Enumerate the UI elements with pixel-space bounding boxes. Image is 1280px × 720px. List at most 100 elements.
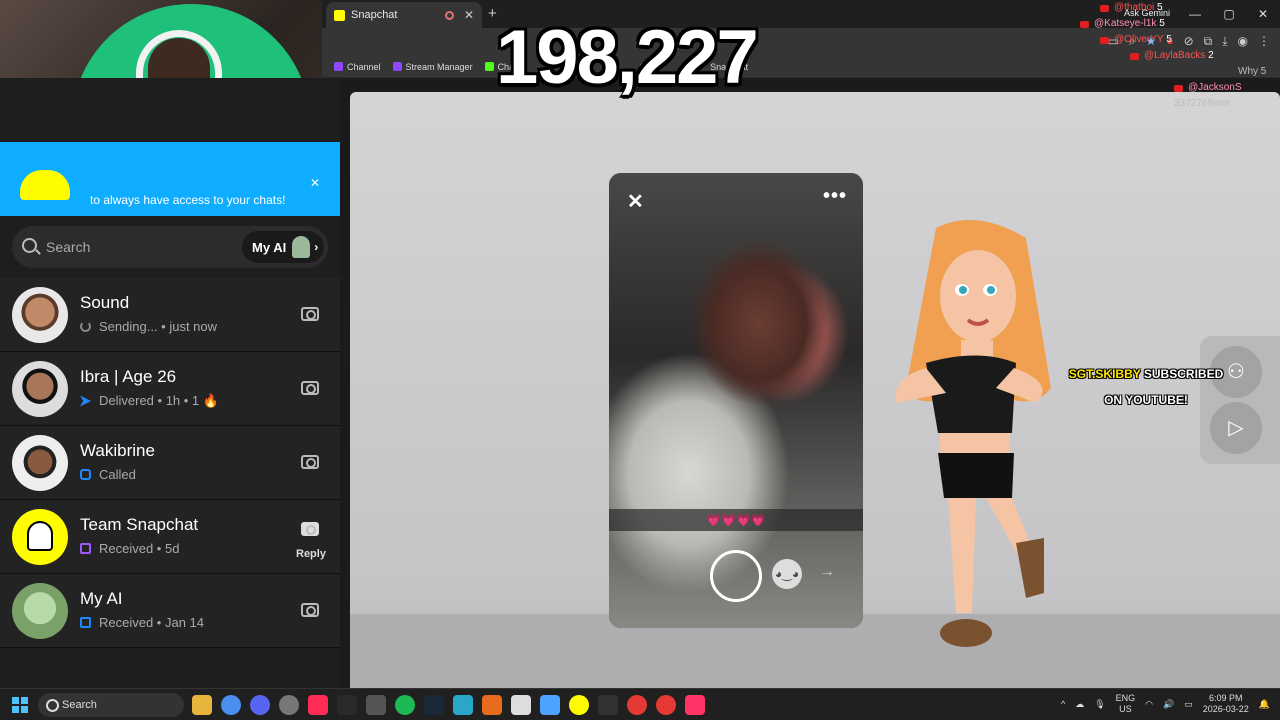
chrome-icon[interactable] [221, 695, 241, 715]
chat-name: Sound [80, 293, 130, 312]
store-icon[interactable] [511, 695, 531, 715]
bitmoji-avatar [12, 435, 68, 491]
youtube-icon [1080, 20, 1089, 28]
bitmoji-avatar [12, 361, 68, 417]
received-snap-icon [80, 543, 91, 554]
youtube-icon [1130, 52, 1139, 60]
snapchat-ghost-icon [20, 170, 70, 200]
twitch-icon [334, 62, 343, 71]
capture-button[interactable] [710, 550, 762, 602]
sticker-icon[interactable]: ◕‿◕ [772, 559, 802, 589]
app-icon[interactable] [656, 695, 676, 715]
twitch-icon [392, 62, 402, 71]
delivered-arrow-icon [80, 395, 91, 407]
my-ai-button[interactable]: My AI › [242, 231, 324, 263]
chat-list: Sound Sending... • just now Ibra | Age 2… [0, 278, 340, 648]
file-explorer-icon[interactable] [192, 695, 212, 715]
obs-icon[interactable] [279, 695, 299, 715]
feed-item: @OliverYY 5 [1100, 32, 1280, 48]
recording-icon [444, 10, 454, 20]
received-chat-icon [80, 617, 91, 628]
app-icon[interactable] [685, 695, 705, 715]
battery-icon[interactable]: ▭ [1184, 699, 1193, 710]
chevron-right-icon: › [314, 240, 319, 254]
chat-feed-overlay: @thatboi 5 @Katseye-l1k 5 @OliverYY 5 @L… [1080, 0, 1280, 112]
steam-icon[interactable] [424, 695, 444, 715]
taskbar-search[interactable]: Search [38, 693, 184, 717]
bookmark-channel[interactable]: Channel [334, 62, 381, 72]
app-icon[interactable] [366, 695, 386, 715]
volume-icon[interactable]: 🔊 [1163, 699, 1174, 710]
chat-row[interactable]: Sound Sending... • just now [0, 278, 340, 352]
cloud-icon[interactable]: ☁ [1075, 699, 1084, 710]
subscription-alert: SGT.SKIBBY SUBSCRIBED ON YOUTUBE! [1066, 361, 1226, 413]
copilot-icon[interactable] [482, 695, 502, 715]
close-banner-icon[interactable]: ✕ [310, 176, 320, 190]
my-ai-avatar [12, 583, 68, 639]
youtube-icon [1174, 84, 1183, 92]
windows-taskbar: Search ^ ☁ 🎙 ENG US ◠ 🔊 ▭ 6:09 PM 2026-03-… [0, 688, 1280, 720]
subscriber-counter: 198,227 [496, 15, 759, 100]
wifi-icon[interactable]: ◠ [1145, 699, 1153, 710]
feed-item: @LaylaBacks 2 [1130, 48, 1280, 64]
more-options-icon[interactable]: ••• [823, 185, 847, 208]
close-tab-icon[interactable]: ✕ [464, 8, 474, 22]
chat-name: Wakibrine [80, 441, 155, 460]
alert-username: SGT.SKIBBY [1068, 367, 1141, 381]
tab-title: Snapchat [351, 9, 398, 21]
search-icon [22, 238, 37, 253]
mic-icon[interactable]: 🎙 [1094, 699, 1105, 710]
feed-item: @Katseye-l1k 5 [1080, 16, 1280, 32]
bitmoji-avatar [12, 287, 68, 343]
chat-row[interactable]: Wakibrine Called [0, 426, 340, 500]
discord-icon[interactable] [250, 695, 270, 715]
feed-item: @JacksonS [1174, 80, 1280, 96]
feed-item: 3372769mm [1174, 98, 1230, 109]
chat-status: Received • 5d [80, 541, 179, 556]
snap-caption: 💗💗💗💗 [609, 509, 863, 531]
bookmark-stream-manager[interactable]: Stream Manager [392, 62, 473, 72]
chat-status: Sending... • just now [80, 319, 217, 334]
chevron-up-icon[interactable]: ^ [1061, 699, 1065, 709]
camera-icon[interactable] [301, 455, 319, 469]
arrow-right-icon[interactable]: → [819, 563, 835, 581]
snapchat-icon[interactable] [569, 695, 589, 715]
camera-icon[interactable] [301, 381, 319, 395]
chat-name: Ibra | Age 26 [80, 367, 177, 386]
chat-search[interactable]: Search My AI › [12, 226, 328, 268]
chat-status: Delivered • 1h • 1 🔥 [80, 393, 219, 409]
chat-row[interactable]: My AI Received • Jan 14 [0, 574, 340, 648]
notepad-icon[interactable] [540, 695, 560, 715]
chat-name: My AI [80, 589, 123, 608]
taskbar-apps [192, 695, 705, 715]
chat-row[interactable]: Team Snapchat Received • 5d Reply [0, 500, 340, 574]
camera-icon[interactable] [301, 307, 319, 321]
language-indicator[interactable]: ENG US [1116, 693, 1136, 715]
app-icon[interactable] [627, 695, 647, 715]
app-icon[interactable] [453, 695, 473, 715]
banner-text: to always have access to your chats! [90, 193, 286, 207]
camera-icon[interactable] [301, 522, 319, 536]
phone-call-icon [80, 469, 91, 480]
close-snap-icon[interactable]: ✕ [627, 189, 644, 214]
youtube-icon [1100, 36, 1109, 44]
ask-gemini-button[interactable]: Ask Gemini [1124, 8, 1170, 18]
terminal-icon[interactable] [598, 695, 618, 715]
tiktok-icon[interactable] [308, 695, 328, 715]
chat-status: Received • Jan 14 [80, 615, 204, 630]
spotify-icon[interactable] [395, 695, 415, 715]
kick-icon [484, 62, 494, 71]
snapchat-ghost-icon [27, 521, 53, 551]
my-ai-avatar [292, 236, 311, 258]
search-input[interactable]: Search [46, 239, 90, 255]
snapchat-favicon-icon [334, 9, 345, 21]
camera-icon[interactable] [301, 603, 319, 617]
app-icon[interactable] [337, 695, 357, 715]
snap-viewer[interactable]: ✕ ••• 💗💗💗💗 ◕‿◕ → [609, 173, 863, 628]
reply-button[interactable]: Reply [296, 548, 326, 560]
tab-snapchat[interactable]: Snapchat ✕ [326, 2, 482, 28]
notification-icon[interactable]: 🔔 [1259, 699, 1270, 710]
chat-row[interactable]: Ibra | Age 26 Delivered • 1h • 1 🔥 [0, 352, 340, 426]
windows-start-icon[interactable] [12, 697, 28, 713]
clock[interactable]: 6:09 PM 2026-03-22 [1203, 693, 1249, 715]
